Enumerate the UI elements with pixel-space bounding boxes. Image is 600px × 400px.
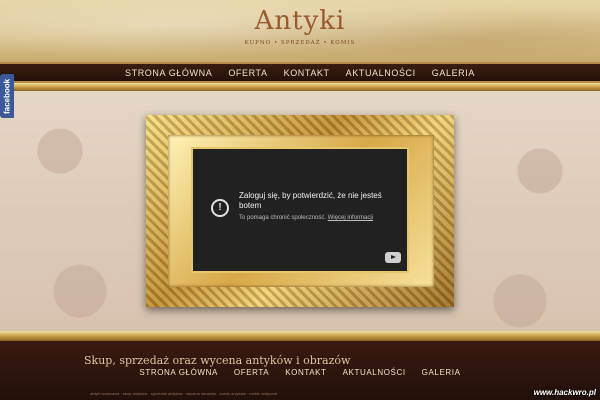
nav-item-news[interactable]: AKTUALNOŚCI <box>338 68 424 78</box>
nav-item-gallery[interactable]: GALERIA <box>424 68 483 78</box>
site-logo[interactable]: Antyki <box>0 6 600 36</box>
facebook-tab[interactable]: facebook <box>0 74 14 118</box>
site-tagline: KUPNO • SPRZEDAŻ • KOMIS <box>244 40 356 46</box>
footer-keywords: antyki warszawa · skup antyków · sprzeda… <box>90 391 278 396</box>
ornate-frame: ! Zaloguj się, by potwierdzić, że nie je… <box>146 115 454 307</box>
top-nav: STRONA GŁÓWNA OFERTA KONTAKT AKTUALNOŚCI… <box>0 62 600 83</box>
youtube-icon[interactable] <box>385 252 401 263</box>
bottom-nav-item-news[interactable]: AKTUALNOŚCI <box>335 368 414 377</box>
video-login-message: Zaloguj się, by potwierdzić, że nie jest… <box>239 191 382 210</box>
alert-icon: ! <box>211 199 229 217</box>
watermark: www.hackwro.pl <box>533 388 596 397</box>
bottom-nav-item-gallery[interactable]: GALERIA <box>414 368 469 377</box>
nav-item-home[interactable]: STRONA GŁÓWNA <box>117 68 220 78</box>
bottom-nav: STRONA GŁÓWNA OFERTA KONTAKT AKTUALNOŚCI… <box>0 366 600 378</box>
gold-divider-bottom <box>0 331 600 341</box>
bottom-nav-item-contact[interactable]: KONTAKT <box>277 368 334 377</box>
video-sub-text: To pomaga chronić społeczność. <box>239 215 327 221</box>
gold-divider-top <box>0 83 600 91</box>
nav-item-offer[interactable]: OFERTA <box>220 68 275 78</box>
bottom-nav-item-offer[interactable]: OFERTA <box>226 368 277 377</box>
bottom-nav-item-home[interactable]: STRONA GŁÓWNA <box>131 368 225 377</box>
more-info-link[interactable]: Więcej informacji <box>328 215 373 221</box>
nav-item-contact[interactable]: KONTAKT <box>276 68 338 78</box>
site-header: Antyki KUPNO • SPRZEDAŻ • KOMIS <box>0 0 600 62</box>
video-embed[interactable]: ! Zaloguj się, by potwierdzić, że nie je… <box>193 149 407 271</box>
video-sub-message: To pomaga chronić społeczność. Więcej in… <box>239 214 399 223</box>
